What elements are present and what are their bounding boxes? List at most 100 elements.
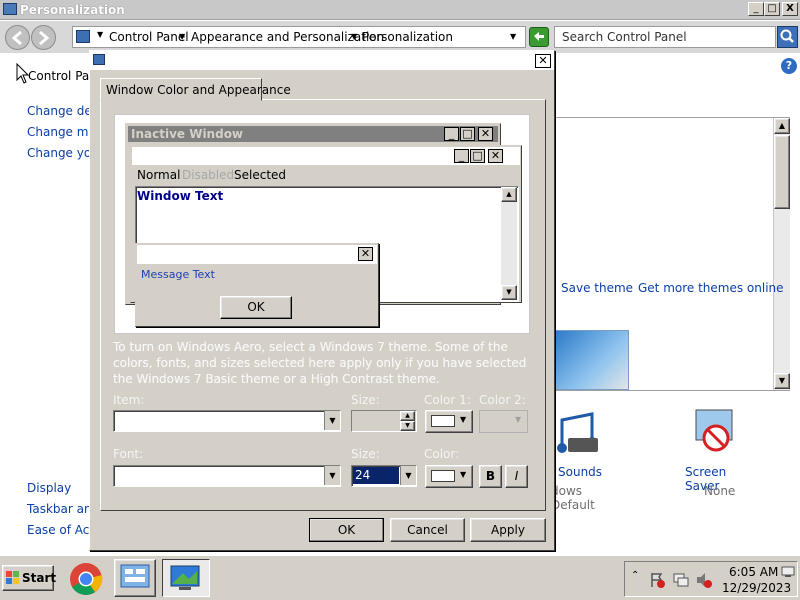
size-label: Size: — [351, 393, 380, 407]
chevron-down-icon[interactable]: ▼ — [179, 32, 185, 41]
chrome-icon — [70, 563, 103, 595]
font-color-picker[interactable]: ▼ — [425, 465, 473, 488]
refresh-icon — [534, 32, 544, 41]
theme-list-scrollbar[interactable]: ▲ ▼ — [773, 118, 790, 390]
preview-message-close-icon: ✕ — [358, 247, 373, 261]
scroll-down-button[interactable]: ▼ — [774, 373, 790, 389]
preview-close-icon: ✕ — [478, 127, 493, 141]
cancel-button[interactable]: Cancel — [390, 518, 465, 542]
taskbar-personalization-button[interactable] — [162, 559, 210, 597]
font-dropdown-icon[interactable]: ▼ — [324, 466, 340, 485]
spin-down-icon[interactable]: ▼ — [400, 421, 415, 431]
chevron-down-icon[interactable]: ▼ — [97, 30, 103, 39]
preview-menu-normal: Normal — [137, 168, 181, 182]
font-size-select[interactable]: 24 ▼ — [351, 465, 417, 487]
color1-label: Color 1: — [424, 393, 471, 407]
breadcrumb-control-panel[interactable]: Control Panel — [109, 30, 189, 44]
preview-message-box: ✕ Message Text OK — [135, 243, 379, 327]
color2-picker[interactable]: ▼ — [479, 410, 528, 433]
show-desktop-icon[interactable] — [781, 566, 795, 578]
taskbar: Start ⌃ 6:05 AM 12/29/2023 — [0, 555, 800, 600]
color1-picker[interactable]: ▼ — [425, 410, 473, 433]
scroll-up-button[interactable]: ▲ — [774, 118, 790, 134]
color2-label: Color 2: — [479, 393, 526, 407]
dialog-icon — [93, 54, 105, 65]
font-size-dropdown-icon[interactable]: ▼ — [400, 466, 416, 485]
sounds-sublabel: dows Default — [551, 484, 595, 512]
bold-button[interactable]: B — [479, 465, 502, 488]
chevron-down-icon[interactable]: ▼ — [351, 32, 357, 41]
save-theme-link[interactable]: Save theme — [561, 281, 633, 295]
preview-scroll-up-icon: ▲ — [501, 187, 517, 202]
preview-inactive-title: Inactive Window — [131, 127, 244, 141]
preview-menu-selected: Selected — [234, 168, 287, 182]
sounds-item[interactable]: Sounds dows Default — [548, 408, 610, 512]
font-color-swatch — [431, 470, 455, 482]
screen-saver-item[interactable]: Screen Saver None — [678, 408, 758, 498]
taskbar-control-panel-button[interactable] — [114, 559, 156, 597]
color1-swatch — [431, 415, 455, 427]
nav-toolbar: ▼ Control Panel ▼ Appearance and Persona… — [0, 21, 800, 53]
tab-window-color-appearance[interactable]: Window Color and Appearance — [100, 78, 291, 101]
minimize-button[interactable]: _ — [748, 2, 764, 16]
item-select[interactable]: ▼ — [113, 410, 341, 432]
ok-button[interactable]: OK — [309, 518, 384, 542]
sounds-label: Sounds — [558, 465, 603, 479]
font-size-label: Size: — [351, 447, 380, 461]
back-button[interactable] — [5, 25, 30, 50]
italic-button[interactable]: I — [505, 465, 528, 488]
get-more-themes-link[interactable]: Get more themes online — [638, 281, 784, 295]
music-note-icon — [557, 412, 598, 453]
theme-list[interactable]: ▲ ▼ Save theme Get more themes online — [550, 117, 790, 391]
preview-menu-disabled: Disabled — [182, 168, 235, 182]
preview-inactive-titlebar: Inactive Window _ □ ✕ — [128, 126, 498, 142]
size-spinner[interactable]: ▲ ▼ — [351, 410, 417, 432]
preview-message-text: Message Text — [141, 268, 215, 281]
font-color-label: Color: — [424, 447, 460, 461]
address-bar[interactable]: ▼ Control Panel ▼ Appearance and Persona… — [72, 26, 526, 48]
show-hidden-icons-icon[interactable]: ⌃ — [631, 570, 639, 581]
preview-active-titlebar: _ □ ✕ — [132, 147, 520, 165]
network-icon[interactable] — [672, 571, 690, 589]
breadcrumb-personalization[interactable]: Personalization — [362, 30, 453, 44]
font-select[interactable]: ▼ — [113, 465, 341, 487]
preview-maximize-icon: □ — [460, 127, 475, 141]
dialog-titlebar: ✕ — [90, 51, 554, 70]
preview-message-titlebar: ✕ — [137, 245, 377, 264]
maximize-button[interactable]: □ — [764, 2, 780, 16]
search-input[interactable]: Search Control Panel — [554, 26, 776, 48]
close-button[interactable]: X — [782, 2, 798, 16]
preview-ok-button: OK — [220, 296, 292, 319]
preview-minimize-icon: _ — [444, 127, 459, 141]
theme-thumbnail[interactable] — [553, 330, 629, 390]
dialog-close-button[interactable]: ✕ — [535, 54, 551, 68]
font-size-value: 24 — [353, 467, 399, 484]
search-icon — [780, 29, 794, 43]
window-title: Personalization — [20, 3, 125, 17]
apply-button[interactable]: Apply — [470, 518, 546, 542]
preview-window-text: Window Text — [137, 189, 224, 203]
refresh-button[interactable] — [529, 27, 549, 47]
action-center-flag-icon[interactable] — [649, 571, 667, 589]
spin-up-icon[interactable]: ▲ — [400, 411, 415, 421]
chevron-down-icon[interactable]: ▼ — [510, 32, 516, 41]
window-titlebar: Personalization _ □ X — [0, 0, 800, 20]
system-tray: ⌃ 6:05 AM 12/29/2023 — [624, 561, 798, 597]
volume-muted-icon[interactable] — [695, 571, 713, 589]
scroll-thumb[interactable] — [774, 135, 790, 209]
windows-logo-icon — [6, 571, 19, 584]
forward-button[interactable] — [31, 25, 56, 50]
see-also-display[interactable]: Display — [27, 481, 71, 495]
aero-info-text: To turn on Windows Aero, select a Window… — [113, 340, 527, 386]
app-icon — [3, 3, 17, 15]
appearance-dialog: ✕ Window Color and Appearance Inactive W… — [89, 50, 555, 551]
color1-dropdown-icon: ▼ — [460, 415, 467, 424]
item-dropdown-icon[interactable]: ▼ — [324, 411, 340, 430]
clock-date[interactable]: 12/29/2023 — [722, 581, 791, 595]
taskbar-chrome-button[interactable] — [66, 560, 106, 598]
help-icon[interactable]: ? — [781, 58, 797, 74]
start-button[interactable]: Start — [2, 565, 56, 591]
personalization-icon — [170, 565, 200, 590]
search-button[interactable] — [777, 26, 798, 48]
clock-time[interactable]: 6:05 AM — [729, 565, 778, 579]
